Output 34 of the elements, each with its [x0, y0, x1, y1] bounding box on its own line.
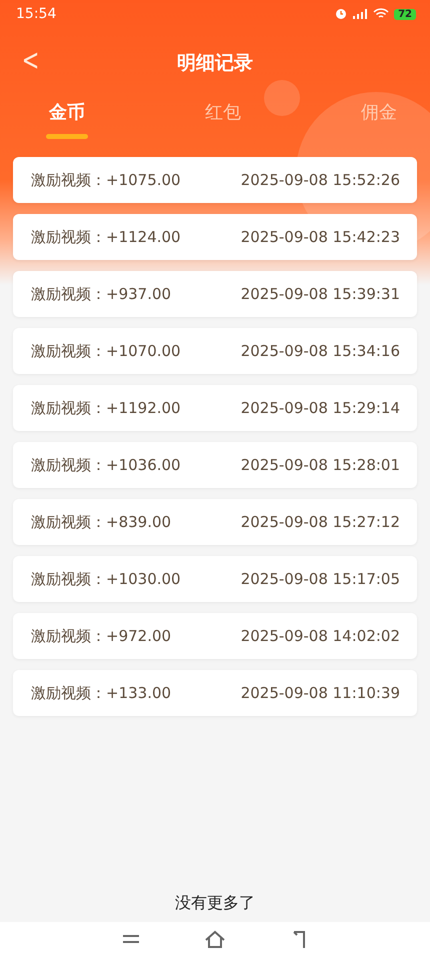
record-time: 2025-09-08 15:28:01 [240, 456, 400, 474]
page-title: 明细记录 [177, 51, 253, 76]
record-time: 2025-09-08 15:27:12 [240, 513, 400, 531]
record-time: 2025-09-08 15:17:05 [240, 570, 400, 588]
record-time: 2025-09-08 15:29:14 [240, 399, 400, 417]
home-icon[interactable] [204, 930, 226, 948]
record-amount: 激励视频：+1070.00 [31, 342, 181, 360]
record-time: 2025-09-08 15:42:23 [240, 228, 400, 246]
record-amount: 激励视频：+1030.00 [31, 570, 181, 588]
wifi-icon [373, 8, 390, 20]
record-time: 2025-09-08 15:34:16 [240, 342, 400, 360]
record-amount: 激励视频：+133.00 [31, 684, 172, 702]
record-amount: 激励视频：+972.00 [31, 626, 172, 646]
record-amount: 激励视频：+937.00 [31, 284, 172, 304]
record-amount: 激励视频：+1192.00 [31, 398, 181, 418]
record-amount: 激励视频：+1036.00 [31, 456, 181, 474]
alarm-icon [335, 8, 348, 20]
back-button[interactable]: < [22, 46, 40, 76]
menu-icon[interactable] [122, 932, 140, 946]
record-amount: 激励视频：+1075.00 [31, 170, 181, 190]
no-more-text: 没有更多了 [175, 893, 255, 914]
record-amount: 激励视频：+1124.00 [31, 228, 181, 246]
record-time: 2025-09-08 14:02:02 [240, 627, 400, 645]
tab[interactable]: 佣金 [358, 100, 400, 149]
tab[interactable]: 金币 [46, 100, 88, 149]
record-amount: 激励视频：+839.00 [31, 512, 172, 532]
circle-decoration [264, 80, 300, 116]
record-time: 2025-09-08 15:52:26 [240, 171, 400, 189]
record-time: 2025-09-08 11:10:39 [240, 684, 400, 702]
tab[interactable]: 红包 [202, 100, 244, 149]
battery-level: 72 [394, 8, 416, 20]
signal-icon [352, 8, 368, 20]
record-time: 2025-09-08 15:39:31 [240, 285, 400, 303]
status-time: 15:54 [16, 6, 56, 22]
